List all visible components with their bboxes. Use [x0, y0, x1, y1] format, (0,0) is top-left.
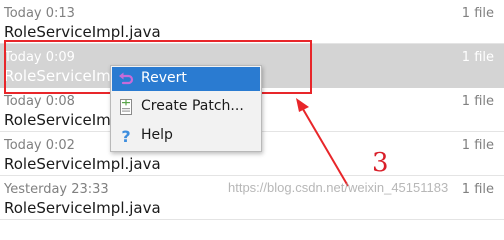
history-row[interactable]: Today 0:13 RoleServiceImpl.java 1 file [0, 0, 504, 44]
row-file-name: RoleServiceImpl.java [4, 199, 161, 217]
help-icon: ? [118, 127, 134, 146]
row-date: Today 0:02 [4, 138, 75, 153]
row-file-name: RoleServiceImpl.java [4, 155, 161, 173]
context-menu: Revert Create Patch... ? Help [110, 65, 262, 152]
menu-item-revert[interactable]: Revert [112, 67, 260, 91]
row-file-count: 1 file [461, 138, 494, 153]
menu-item-label: Create Patch... [141, 98, 244, 114]
row-file-count: 1 file [461, 94, 494, 109]
row-file-count: 1 file [461, 6, 494, 21]
menu-item-help[interactable]: ? Help [112, 124, 260, 148]
row-date: Today 0:13 [4, 6, 75, 21]
row-file-count: 1 file [461, 182, 494, 197]
row-file-count: 1 file [461, 50, 494, 65]
row-date: Yesterday 23:33 [4, 182, 109, 197]
menu-item-create-patch[interactable]: Create Patch... [112, 95, 260, 119]
menu-item-label: Revert [141, 70, 187, 86]
row-date: Today 0:08 [4, 94, 75, 109]
create-patch-icon [118, 99, 134, 115]
annotation-step-number: 3 [372, 148, 389, 178]
row-file-name: RoleServiceImpl.java [4, 23, 161, 41]
watermark: https://blog.csdn.net/weixin_45151183 [228, 180, 449, 195]
svg-text:?: ? [121, 128, 130, 144]
revert-icon [118, 71, 134, 87]
menu-item-label: Help [141, 127, 173, 143]
